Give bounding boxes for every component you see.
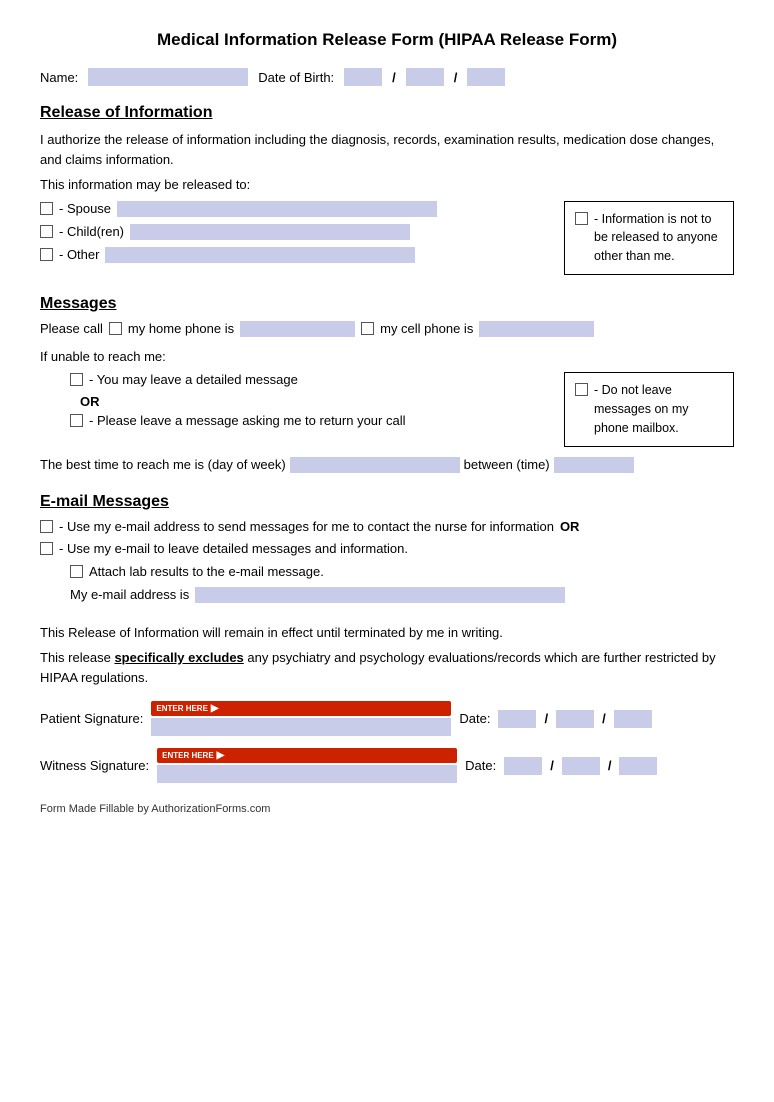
between-text: between (time) <box>464 457 550 472</box>
excludes-pre: This release <box>40 650 111 665</box>
children-input[interactable] <box>130 224 410 240</box>
patient-sig-input[interactable] <box>151 718 451 736</box>
other-label: - Other <box>59 247 99 262</box>
email-addr-label: My e-mail address is <box>70 587 189 602</box>
please-call-text: Please call <box>40 321 103 336</box>
spouse-checkbox[interactable] <box>40 202 53 215</box>
email-line2: - Use my e-mail to leave detailed messag… <box>59 541 408 556</box>
email-heading: E-mail Messages <box>40 493 734 511</box>
form-title: Medical Information Release Form (HIPAA … <box>40 30 734 50</box>
patient-date-month[interactable] <box>498 710 536 728</box>
witness-date-month[interactable] <box>504 757 542 775</box>
email-addr-input[interactable] <box>195 587 565 603</box>
cell-phone-text: my cell phone is <box>380 321 473 336</box>
name-input[interactable] <box>88 68 248 86</box>
detail-msg-checkbox[interactable] <box>70 373 83 386</box>
other-checkbox[interactable] <box>40 248 53 261</box>
patient-sig-label: Patient Signature: <box>40 711 143 726</box>
email-line1: - Use my e-mail address to send messages… <box>59 519 554 534</box>
other-input[interactable] <box>105 247 415 263</box>
release-heading: Release of Information <box>40 104 734 122</box>
not-release-label: - Information is not to be released to a… <box>594 210 723 266</box>
detail-msg-label: - You may leave a detailed message <box>89 372 298 387</box>
attach-label: Attach lab results to the e-mail message… <box>89 564 324 579</box>
specifically-excludes: specifically excludes <box>114 650 243 665</box>
return-call-label: - Please leave a message asking me to re… <box>89 413 406 428</box>
dob-year-input[interactable] <box>467 68 505 86</box>
witness-date-slash2: / <box>608 758 612 773</box>
witness-enter-here-badge: ENTER HERE <box>157 748 457 763</box>
spouse-input[interactable] <box>117 201 437 217</box>
children-checkbox[interactable] <box>40 225 53 238</box>
release-para2: This information may be released to: <box>40 175 734 195</box>
return-call-checkbox[interactable] <box>70 414 83 427</box>
patient-date-year[interactable] <box>614 710 652 728</box>
not-release-checkbox[interactable] <box>575 212 588 225</box>
patient-date-day[interactable] <box>556 710 594 728</box>
email-use-checkbox1[interactable] <box>40 520 53 533</box>
patient-date-label: Date: <box>459 711 490 726</box>
not-release-box: - Information is not to be released to a… <box>564 201 734 275</box>
home-phone-text: my home phone is <box>128 321 234 336</box>
dob-slash1: / <box>392 70 396 85</box>
witness-date-slash1: / <box>550 758 554 773</box>
between-input[interactable] <box>554 457 634 473</box>
or-text: OR <box>80 394 548 409</box>
page-footer: Form Made Fillable by AuthorizationForms… <box>40 803 734 815</box>
do-not-leave-label: - Do not leave messages on my phone mail… <box>594 381 723 437</box>
email-or-label: OR <box>560 519 580 534</box>
release-para1: I authorize the release of information i… <box>40 130 734 169</box>
excludes-line: This release specifically excludes any p… <box>40 648 734 687</box>
best-time-text: The best time to reach me is (day of wee… <box>40 457 286 472</box>
witness-date-day[interactable] <box>562 757 600 775</box>
name-label: Name: <box>40 70 78 85</box>
witness-sig-label: Witness Signature: <box>40 758 149 773</box>
witness-date-label: Date: <box>465 758 496 773</box>
children-label: - Child(ren) <box>59 224 124 239</box>
witness-sig-input[interactable] <box>157 765 457 783</box>
attach-checkbox[interactable] <box>70 565 83 578</box>
do-not-leave-box: - Do not leave messages on my phone mail… <box>564 372 734 446</box>
unable-text: If unable to reach me: <box>40 347 734 367</box>
patient-enter-here-badge: ENTER HERE <box>151 701 451 716</box>
dob-label: Date of Birth: <box>258 70 334 85</box>
phone-inputs-top: Please call my home phone is my cell pho… <box>40 321 594 337</box>
home-phone-input[interactable] <box>240 321 355 337</box>
witness-date-year[interactable] <box>619 757 657 775</box>
spouse-label: - Spouse <box>59 201 111 216</box>
email-use-checkbox2[interactable] <box>40 542 53 555</box>
do-not-leave-checkbox[interactable] <box>575 383 588 396</box>
cell-phone-input[interactable] <box>479 321 594 337</box>
home-phone-checkbox[interactable] <box>109 322 122 335</box>
effect-line: This Release of Information will remain … <box>40 623 734 643</box>
patient-date-slash1: / <box>544 711 548 726</box>
patient-date-slash2: / <box>602 711 606 726</box>
cell-phone-checkbox[interactable] <box>361 322 374 335</box>
best-time-input[interactable] <box>290 457 460 473</box>
dob-day-input[interactable] <box>406 68 444 86</box>
messages-top-label: Please call my home phone is my cell pho… <box>40 321 594 337</box>
dob-slash2: / <box>454 70 458 85</box>
dob-month-input[interactable] <box>344 68 382 86</box>
messages-heading: Messages <box>40 295 734 313</box>
